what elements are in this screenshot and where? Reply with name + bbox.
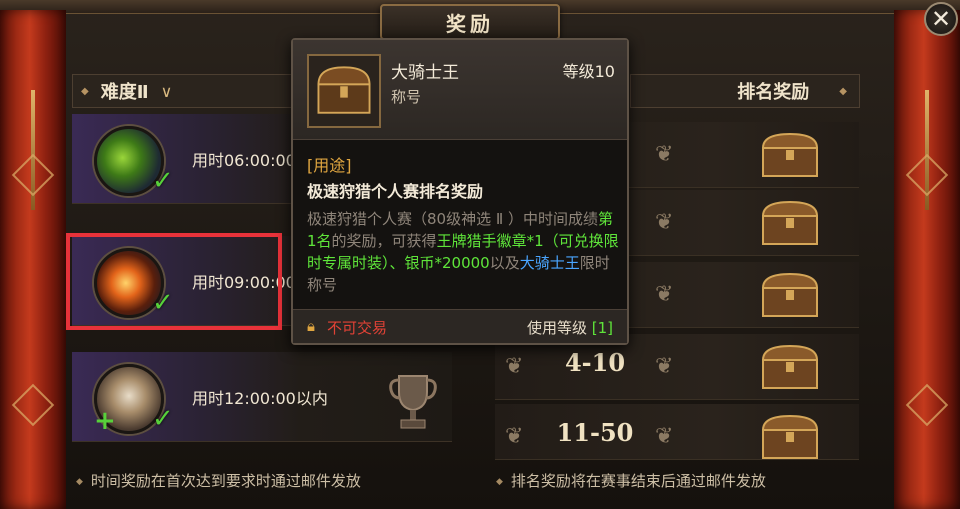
diamond-icon: ◆	[76, 476, 83, 487]
use-tag: [用途]	[307, 156, 352, 175]
difficulty-label: 难度Ⅱ	[100, 82, 149, 103]
rank-reward-title: 排名奖励	[737, 82, 810, 103]
treasure-chest-icon[interactable]	[757, 412, 823, 460]
laurel-icon: ❦	[655, 210, 674, 235]
desc-title-name: 大骑士王	[519, 254, 580, 272]
check-icon: ✓	[152, 166, 174, 196]
check-icon: ✓	[152, 404, 174, 434]
tooltip-footer: 🔒︎ 不可交易 使用等级 [1]	[293, 309, 627, 343]
plus-icon: +	[94, 406, 116, 436]
treasure-chest-icon[interactable]	[757, 270, 823, 320]
item-type: 称号	[391, 88, 422, 106]
use-level-label: 使用等级	[526, 319, 587, 337]
trade-status: 不可交易	[327, 319, 388, 337]
use-level-value: [1]	[591, 319, 613, 337]
treasure-chest-icon[interactable]	[757, 198, 823, 248]
time-requirement: 用时12:00:00以内	[192, 389, 328, 408]
use-level: 使用等级 [1]	[527, 317, 613, 338]
tooltip-header: 大骑士王 称号 等级10	[293, 40, 627, 140]
left-curtain	[0, 10, 66, 509]
chevron-down-icon: ∨	[160, 81, 173, 101]
ornament-decoration	[11, 153, 55, 197]
diamond-icon: ◆	[496, 476, 503, 487]
desc-text: 极速狩猎个人赛（80级神选 Ⅱ ）中时间成绩	[307, 210, 599, 228]
treasure-chest-icon[interactable]	[757, 342, 823, 392]
rank-label: 11-50	[556, 418, 634, 447]
item-level: 等级10	[562, 62, 615, 81]
diamond-icon: ◆	[839, 85, 847, 97]
difficulty-dropdown[interactable]: ◆ 难度Ⅱ ∨	[72, 74, 292, 108]
rank-reward-row[interactable]: ❦ 11-50 ❦	[495, 404, 859, 460]
item-tooltip: 大骑士王 称号 等级10 [用途] 极速狩猎个人赛排名奖励 极速狩猎个人赛（80…	[291, 38, 629, 345]
desc-text: 的奖励，可获得	[331, 232, 437, 250]
laurel-icon: ❦	[655, 354, 674, 379]
item-name: 大骑士王	[391, 63, 459, 83]
reward-window: 奖励 ✕ ◆ 难度Ⅱ ∨ 排名奖励 ◆ ✓ 用时06:00:00以内 ✓ 用时0…	[0, 0, 960, 509]
treasure-chest-icon	[307, 54, 381, 128]
item-description: 极速狩猎个人赛（80级神选 Ⅱ ）中时间成绩第1名的奖励，可获得王牌猎手徽章*1…	[307, 208, 619, 296]
ornament-decoration	[905, 383, 949, 427]
lock-icon: 🔒︎	[307, 317, 315, 335]
ornament-decoration	[11, 383, 55, 427]
laurel-icon: ❦	[655, 142, 674, 167]
desc-text: 以及	[489, 254, 520, 272]
window-title: 奖励	[380, 4, 560, 40]
laurel-icon: ❦	[655, 424, 674, 449]
laurel-icon: ❦	[505, 424, 524, 449]
note-text: 时间奖励在首次达到要求时通过邮件发放	[90, 472, 361, 490]
diamond-icon: ◆	[81, 85, 89, 97]
time-reward-row[interactable]: + ✓ 用时12:00:00以内	[72, 352, 452, 442]
treasure-chest-icon[interactable]	[757, 130, 823, 180]
use-title: 极速狩猎个人赛排名奖励	[307, 182, 484, 201]
laurel-icon: ❦	[505, 354, 524, 379]
rank-label: 4-10	[564, 348, 626, 377]
note-text: 排名奖励将在赛事结束后通过邮件发放	[510, 472, 766, 490]
close-icon[interactable]: ✕	[924, 2, 958, 36]
rank-reward-note: ◆ 排名奖励将在赛事结束后通过邮件发放	[496, 470, 766, 491]
ornament-decoration	[905, 153, 949, 197]
right-curtain	[894, 10, 960, 509]
time-reward-note: ◆ 时间奖励在首次达到要求时通过邮件发放	[76, 470, 361, 491]
selected-highlight	[66, 233, 282, 330]
rank-reward-header: 排名奖励 ◆	[630, 74, 860, 108]
laurel-icon: ❦	[655, 282, 674, 307]
trophy-icon	[389, 375, 437, 429]
